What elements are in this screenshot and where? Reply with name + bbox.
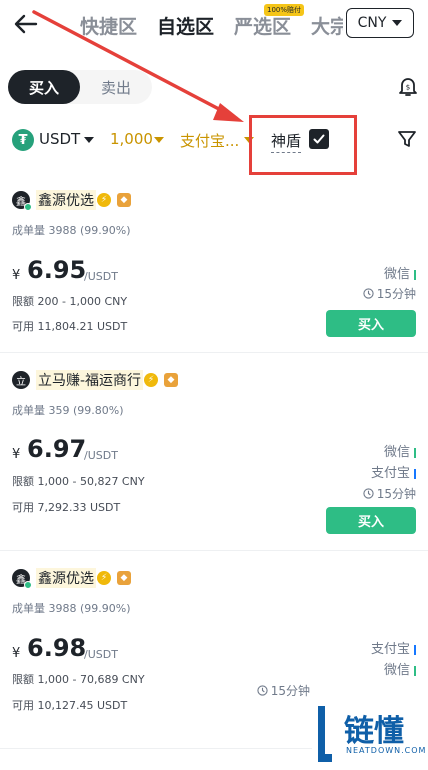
shield-badge-icon: ◆: [164, 373, 178, 387]
buy-button[interactable]: 买入: [326, 507, 416, 534]
trade-count: 成单量 359 (99.80%): [12, 404, 124, 417]
currency-symbol: ¥: [12, 646, 21, 661]
currency-label: CNY: [357, 15, 387, 31]
currency-symbol: ¥: [12, 268, 21, 283]
caret-down-icon: [154, 137, 164, 143]
merchant-avatar: 立: [12, 371, 30, 389]
caret-down-icon: [392, 20, 403, 26]
filter-bar: ₮ USDT 1,000 支付宝... 神盾: [0, 120, 428, 160]
clock-icon: [363, 288, 374, 299]
watermark-subtext: NEATDOWN.COM: [346, 746, 427, 755]
merchant-name[interactable]: 立马赚-福运商行: [36, 370, 144, 390]
payment-method: 微信: [384, 659, 416, 678]
lightning-badge-icon: ⚡: [144, 373, 158, 387]
usdt-token-icon: ₮: [12, 129, 34, 151]
payment-method: 微信: [384, 441, 416, 460]
divider: [0, 352, 428, 353]
logo-l-icon: [318, 706, 332, 762]
pay-time: 15分钟: [257, 682, 310, 699]
caret-down-icon: [84, 137, 94, 143]
amount-select[interactable]: 1,000: [110, 130, 153, 148]
price-unit: /USDT: [84, 270, 118, 283]
limit-range: 限额 1,000 - 70,689 CNY: [12, 673, 145, 686]
merchant-name[interactable]: 鑫源优选: [36, 568, 96, 588]
back-arrow-icon[interactable]: [12, 10, 40, 38]
watermark-logo: 链懂 NEATDOWN.COM: [312, 700, 428, 770]
price-unit: /USDT: [84, 449, 118, 462]
available-amount: 可用 7,292.33 USDT: [12, 501, 121, 514]
payment-select[interactable]: 支付宝...: [180, 130, 239, 151]
clock-icon: [363, 488, 374, 499]
lightning-badge-icon: ⚡: [97, 571, 111, 585]
currency-select[interactable]: CNY: [346, 8, 414, 38]
limit-range: 限额 1,000 - 50,827 CNY: [12, 475, 145, 488]
trade-toggle: 买入 卖出: [8, 70, 152, 104]
available-amount: 可用 10,127.45 USDT: [12, 699, 128, 712]
currency-symbol: ¥: [12, 447, 21, 462]
watermark-text: 链懂: [344, 714, 404, 749]
pay-time: 15分钟: [363, 485, 416, 502]
sell-tab[interactable]: 卖出: [80, 70, 152, 104]
price: 6.98: [27, 634, 87, 662]
clock-icon: [257, 685, 268, 696]
filter-funnel-icon[interactable]: [396, 128, 418, 150]
tab-custom[interactable]: 自选区: [157, 12, 214, 39]
price: 6.97: [27, 435, 87, 463]
limit-range: 限额 200 - 1,000 CNY: [12, 295, 128, 308]
lightning-badge-icon: ⚡: [97, 193, 111, 207]
shield-badge-icon: ◆: [117, 193, 131, 207]
payment-method: 微信: [384, 263, 416, 282]
payment-method: 支付宝: [371, 462, 416, 481]
notification-bell-icon[interactable]: $: [396, 74, 420, 98]
tab-select[interactable]: 严选区: [234, 12, 291, 39]
svg-text:$: $: [406, 84, 410, 92]
top-nav: 快捷区 自选区 严选区 100%赔付 大宗 CNY: [0, 0, 428, 50]
price-unit: /USDT: [84, 648, 118, 661]
shield-badge-icon: ◆: [117, 571, 131, 585]
buy-tab[interactable]: 买入: [8, 70, 80, 104]
merchant-avatar: 鑫: [12, 569, 32, 589]
tab-bulk[interactable]: 大宗: [311, 12, 343, 39]
merchant-name[interactable]: 鑫源优选: [36, 190, 96, 210]
promo-badge: 100%赔付: [264, 4, 305, 16]
pay-time: 15分钟: [363, 285, 416, 302]
divider: [0, 550, 428, 551]
available-amount: 可用 11,804.21 USDT: [12, 320, 128, 333]
buy-button[interactable]: 买入: [326, 310, 416, 337]
payment-method: 支付宝: [371, 638, 416, 657]
price: 6.95: [27, 256, 87, 284]
highlight-box: [249, 115, 357, 175]
trade-count: 成单量 3988 (99.90%): [12, 224, 131, 237]
asset-select[interactable]: USDT: [39, 130, 80, 148]
tab-quick[interactable]: 快捷区: [80, 12, 137, 39]
merchant-avatar: 鑫: [12, 191, 32, 211]
trade-count: 成单量 3988 (99.90%): [12, 602, 131, 615]
